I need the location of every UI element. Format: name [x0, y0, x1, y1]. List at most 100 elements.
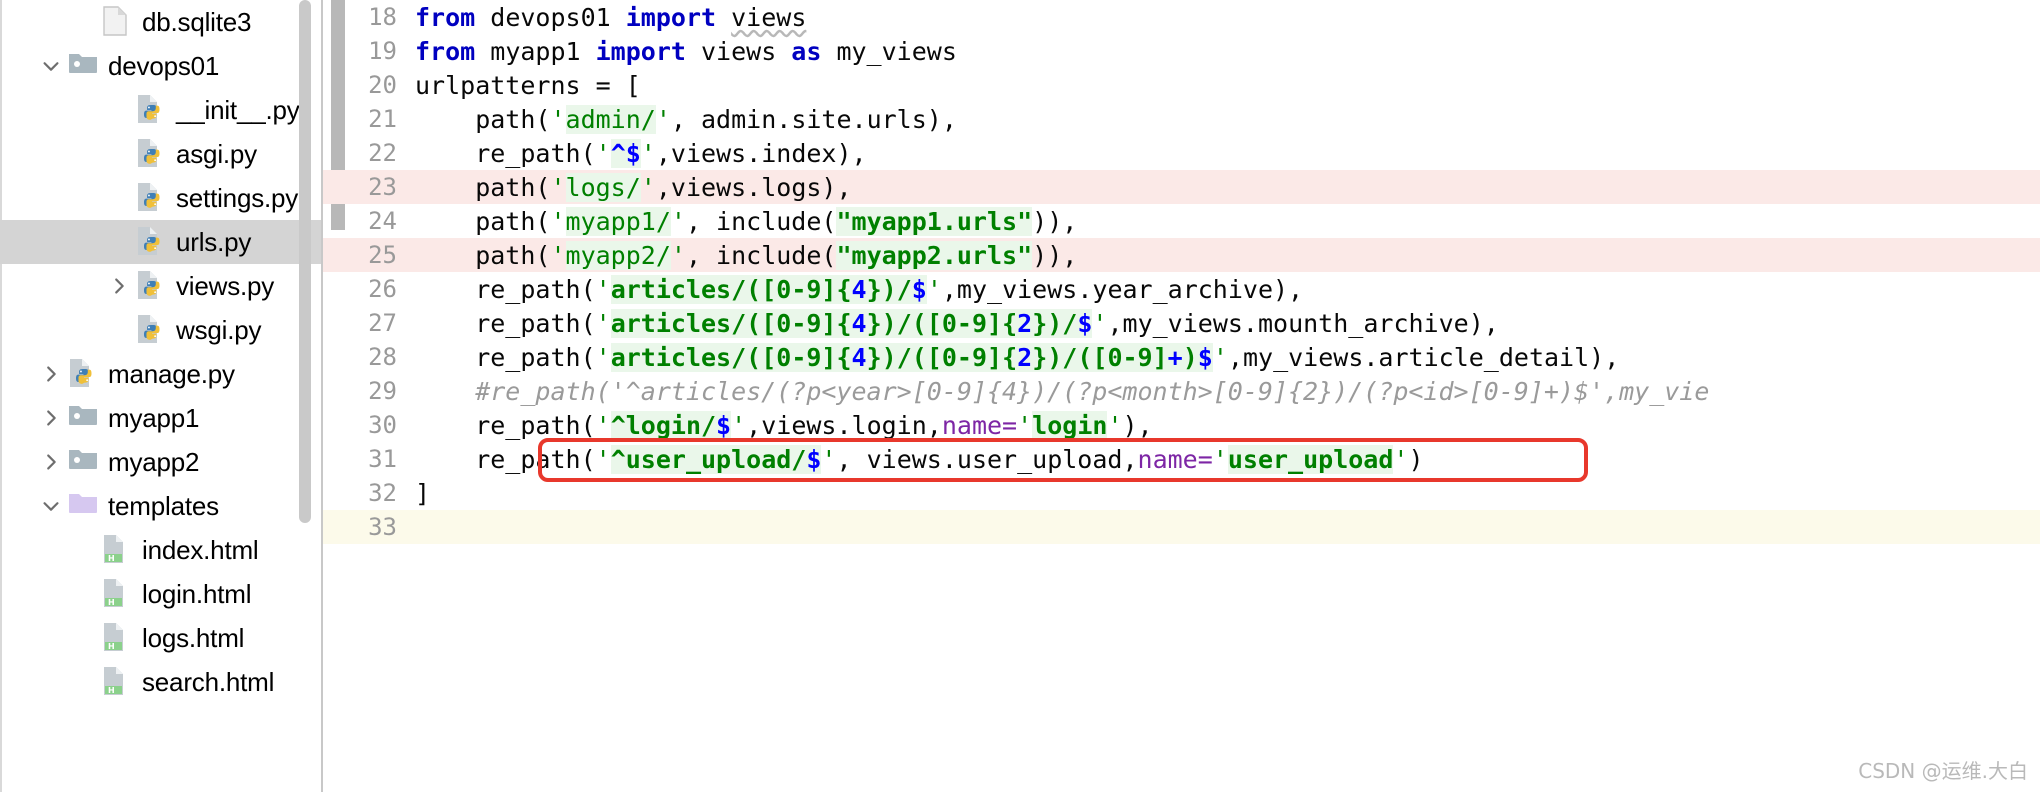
- code-line[interactable]: 30 re_path('^login/$',views.login,name='…: [323, 408, 2040, 442]
- code-token: $: [1077, 308, 1093, 338]
- code-line[interactable]: 29 #re_path('^articles/(?p<year>[0-9]{4}…: [323, 374, 2040, 408]
- code-token: ': [550, 104, 566, 134]
- tree-item-urls-py[interactable]: urls.py: [0, 220, 323, 264]
- line-number: 33: [368, 513, 397, 541]
- code-token: ': [595, 138, 611, 168]
- code-token: logs/: [565, 172, 641, 202]
- code-line[interactable]: 33: [323, 510, 2040, 544]
- code-text: #re_path('^articles/(?p<year>[0-9]{4})/(…: [415, 377, 2040, 406]
- code-token: ': [595, 308, 611, 338]
- chevron-right-icon[interactable]: [34, 451, 68, 473]
- code-token: ': [1212, 342, 1228, 372]
- code-token: re_path(: [415, 274, 596, 304]
- code-line[interactable]: 22 re_path('^$',views.index),: [323, 136, 2040, 170]
- tree-item-label: db.sqlite3: [142, 6, 252, 37]
- code-token: +: [1167, 342, 1183, 372]
- tree-item-db-sqlite3[interactable]: db.sqlite3: [0, 0, 323, 44]
- code-token: ': [731, 410, 747, 440]
- tree-item-label: wsgi.py: [176, 314, 262, 345]
- code-token: , admin.site.urls),: [670, 104, 957, 134]
- tree-item-search-html[interactable]: Hsearch.html: [0, 660, 323, 704]
- code-line[interactable]: 18 from devops01 import views: [323, 0, 2040, 34]
- code-token: ]{: [987, 308, 1018, 338]
- code-token: myapp1/: [565, 206, 671, 236]
- code-token: ^$: [610, 138, 641, 168]
- code-line[interactable]: 26 re_path('articles/([0-9]{4})/$',my_vi…: [323, 272, 2040, 306]
- line-number: 23: [368, 173, 397, 201]
- code-editor[interactable]: 18 from devops01 import views 19 from myapp…: [323, 0, 2040, 792]
- tree-item-devops01[interactable]: devops01: [0, 44, 323, 88]
- line-number: 26: [368, 275, 397, 303]
- tree-item-label: login.html: [142, 578, 252, 609]
- code-token: name=: [941, 410, 1018, 440]
- code-token: ': [550, 206, 566, 236]
- chevron-down-icon[interactable]: [34, 495, 68, 517]
- tree-item-manage-py[interactable]: manage.py: [0, 352, 323, 396]
- code-token: ': [655, 104, 671, 134]
- code-token: , include(: [685, 206, 837, 236]
- project-file-tree[interactable]: db.sqlite3 devops01 __init__.py asgi.py sett…: [0, 0, 323, 704]
- tree-item-label: templates: [108, 490, 219, 521]
- tree-item-wsgi-py[interactable]: wsgi.py: [0, 308, 323, 352]
- python-file-icon: [136, 182, 166, 214]
- code-line[interactable]: 24 path('myapp1/', include("myapp1.urls"…: [323, 204, 2040, 238]
- code-token: 2: [1017, 342, 1033, 372]
- code-text: re_path('^user_upload/$', views.user_upl…: [415, 444, 2040, 474]
- code-content[interactable]: 18 from devops01 import views 19 from myapp…: [323, 0, 2040, 792]
- code-line[interactable]: 27 re_path('articles/([0-9]{4})/([0-9]{2…: [323, 306, 2040, 340]
- code-line[interactable]: 21 path('admin/', admin.site.urls),: [323, 102, 2040, 136]
- tree-item-views-py[interactable]: views.py: [0, 264, 323, 308]
- project-tree-scrollbar[interactable]: [299, 0, 311, 523]
- tree-item-templates[interactable]: templates: [0, 484, 323, 528]
- code-line[interactable]: 28 re_path('articles/([0-9]{4})/([0-9]{2…: [323, 340, 2040, 374]
- code-token: "myapp2.urls": [836, 240, 1033, 270]
- tree-item-login-html[interactable]: Hlogin.html: [0, 572, 323, 616]
- code-token: ,my_views.mounth_archive),: [1107, 308, 1499, 338]
- code-token: import: [595, 36, 686, 66]
- chevron-right-icon[interactable]: [102, 275, 136, 297]
- code-token: #re_path('^articles/(?p<year>[0-9]{4})/(…: [415, 376, 1710, 406]
- code-token: user_upload: [1227, 444, 1394, 474]
- tree-item-index-html[interactable]: Hindex.html: [0, 528, 323, 572]
- tree-item-asgi-py[interactable]: asgi.py: [0, 132, 323, 176]
- tree-item-label: index.html: [142, 534, 259, 565]
- code-line[interactable]: 19 from myapp1 import views as my_views: [323, 34, 2040, 68]
- tree-item-logs-html[interactable]: Hlogs.html: [0, 616, 323, 660]
- chevron-right-icon[interactable]: [34, 363, 68, 385]
- code-text: urlpatterns = [: [415, 71, 2040, 100]
- code-token: login: [1032, 410, 1108, 440]
- tree-item-myapp1[interactable]: myapp1: [0, 396, 323, 440]
- chevron-down-icon[interactable]: [34, 55, 68, 77]
- code-token: path(: [415, 104, 551, 134]
- tree-item-myapp2[interactable]: myapp2: [0, 440, 323, 484]
- html-file-icon: H: [102, 578, 132, 610]
- code-token: ': [1017, 410, 1033, 440]
- tree-item-label: __init__.py: [176, 94, 300, 125]
- code-token: )),: [1032, 240, 1078, 270]
- code-token: ]: [1152, 342, 1168, 372]
- code-line[interactable]: 31 re_path('^user_upload/$', views.user_…: [323, 442, 2040, 476]
- chevron-right-icon[interactable]: [34, 407, 68, 429]
- code-token: articles/([: [610, 274, 777, 304]
- code-line[interactable]: 20 urlpatterns = [: [323, 68, 2040, 102]
- code-token: ': [640, 138, 656, 168]
- code-line[interactable]: 23 path('logs/',views.logs),: [323, 170, 2040, 204]
- html-file-icon: H: [102, 666, 132, 698]
- code-token: ': [595, 342, 611, 372]
- tree-item---init---py[interactable]: __init__.py: [0, 88, 323, 132]
- line-number: 28: [368, 343, 397, 371]
- code-token: })/: [866, 274, 912, 304]
- tree-item-label: devops01: [108, 50, 220, 81]
- code-token: ^user_upload/: [610, 444, 807, 474]
- code-token: as: [791, 36, 822, 66]
- code-token: ': [1092, 308, 1108, 338]
- code-token: devops01: [490, 2, 626, 32]
- code-text: from devops01 import views: [415, 3, 2040, 32]
- line-number: 22: [368, 139, 397, 167]
- code-line[interactable]: 25 path('myapp2/', include("myapp2.urls"…: [323, 238, 2040, 272]
- folder-purple-icon: [68, 490, 98, 522]
- tree-item-label: myapp2: [108, 446, 200, 477]
- line-number: 27: [368, 309, 397, 337]
- tree-item-settings-py[interactable]: settings.py: [0, 176, 323, 220]
- code-line[interactable]: 32]: [323, 476, 2040, 510]
